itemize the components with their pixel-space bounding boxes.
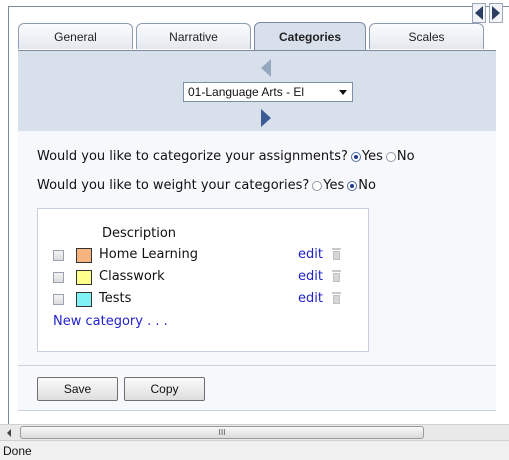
categorize-yes-label: Yes bbox=[361, 149, 383, 164]
categorize-no-label: No bbox=[396, 149, 415, 164]
trash-icon[interactable] bbox=[332, 270, 341, 282]
edit-category-link[interactable]: edit bbox=[298, 247, 323, 262]
description-column-header: Description bbox=[102, 226, 177, 241]
arrow-left-icon bbox=[6, 428, 11, 437]
category-checkbox[interactable] bbox=[53, 272, 64, 283]
category-list-box: Description Home Learning edit Classwork… bbox=[37, 208, 369, 352]
class-select-value: 01-Language Arts - El bbox=[188, 85, 305, 99]
weight-no-label: No bbox=[358, 178, 376, 193]
tab-scales[interactable]: Scales bbox=[369, 23, 484, 49]
dropdown-caret-icon bbox=[339, 90, 347, 95]
categorize-question-text: Would you like to categorize your assign… bbox=[37, 149, 348, 164]
tab-scroll-left-button[interactable] bbox=[472, 3, 486, 23]
category-checkbox[interactable] bbox=[53, 294, 64, 305]
tab-narrative[interactable]: Narrative bbox=[136, 23, 251, 49]
categorize-no-radio[interactable] bbox=[385, 151, 396, 162]
edit-category-link[interactable]: edit bbox=[298, 291, 323, 306]
new-category-link[interactable]: New category . . . bbox=[53, 314, 168, 329]
status-bar: Done bbox=[0, 440, 509, 460]
category-color-swatch[interactable] bbox=[76, 292, 92, 307]
previous-class-arrow-icon[interactable] bbox=[261, 59, 271, 77]
save-button[interactable]: Save bbox=[37, 377, 118, 401]
categorize-yes-radio[interactable] bbox=[350, 151, 361, 162]
scrollbar-thumb[interactable]: III bbox=[20, 426, 424, 439]
weight-yes-radio[interactable] bbox=[312, 180, 323, 191]
class-select-dropdown[interactable]: 01-Language Arts - El bbox=[183, 82, 353, 102]
arrow-right-icon bbox=[492, 6, 500, 20]
tab-label: Scales bbox=[408, 29, 445, 44]
status-text: Done bbox=[3, 443, 32, 458]
weight-question-text: Would you like to weight your categories… bbox=[37, 178, 310, 193]
categorize-question: Would you like to categorize your assign… bbox=[37, 149, 415, 164]
next-class-arrow-icon[interactable] bbox=[261, 109, 271, 127]
weight-question: Would you like to weight your categories… bbox=[37, 178, 376, 193]
tab-strip: General Narrative Categories Scales bbox=[18, 22, 509, 51]
tab-scroll-arrows bbox=[472, 3, 506, 25]
category-row: Home Learning edit bbox=[53, 247, 353, 265]
category-checkbox[interactable] bbox=[53, 250, 64, 261]
tab-general[interactable]: General bbox=[18, 23, 133, 49]
tab-label: Narrative bbox=[169, 29, 218, 44]
tab-label: Categories bbox=[278, 29, 342, 44]
horizontal-scrollbar[interactable]: III bbox=[0, 424, 509, 440]
trash-icon[interactable] bbox=[332, 292, 341, 304]
category-name: Home Learning bbox=[99, 247, 198, 262]
category-color-swatch[interactable] bbox=[76, 270, 92, 285]
category-color-swatch[interactable] bbox=[76, 248, 92, 263]
copy-button[interactable]: Copy bbox=[124, 377, 205, 401]
tab-categories[interactable]: Categories bbox=[254, 22, 366, 50]
scrollbar-grip: III bbox=[218, 428, 226, 437]
edit-category-link[interactable]: edit bbox=[298, 269, 323, 284]
tab-label: General bbox=[54, 29, 97, 44]
category-row: Classwork edit bbox=[53, 269, 353, 287]
category-name: Tests bbox=[99, 291, 132, 306]
class-selector-band: 01-Language Arts - El bbox=[18, 50, 496, 131]
arrow-left-icon bbox=[475, 6, 483, 20]
category-row: Tests edit bbox=[53, 291, 353, 309]
weight-no-radio[interactable] bbox=[347, 180, 358, 191]
tab-scroll-right-button[interactable] bbox=[489, 3, 503, 23]
divider bbox=[18, 365, 496, 366]
category-name: Classwork bbox=[99, 269, 165, 284]
weight-yes-label: Yes bbox=[323, 178, 345, 193]
scroll-left-button[interactable] bbox=[0, 425, 17, 440]
trash-icon[interactable] bbox=[332, 248, 341, 260]
categories-panel: Would you like to categorize your assign… bbox=[18, 131, 496, 411]
